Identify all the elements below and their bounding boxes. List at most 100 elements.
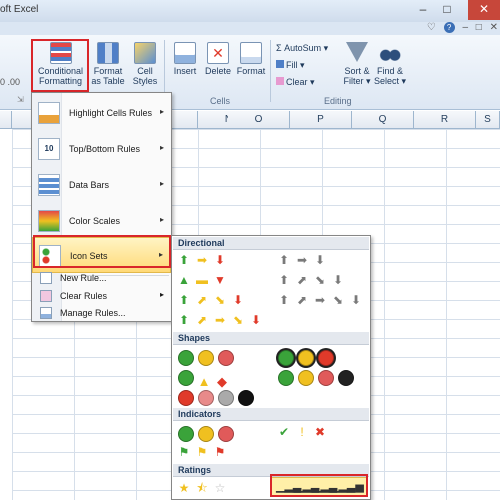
menu-item-data-bars[interactable]: Data Bars ▸ [32,167,171,203]
insert-button[interactable]: Insert [170,42,200,76]
delete-label: Delete [204,66,231,76]
red-circle-icon [218,350,234,366]
title-bar: oft Excel – □ ✕ [0,0,500,22]
clear-button[interactable]: Clear ▾ [276,77,315,87]
icon-set-4-traffic-lights[interactable] [276,368,356,386]
icon-set-5-arrows-gray[interactable]: ⬆ ⬈ ➡ ⬊ ⬇ [276,292,366,308]
arrow-up-icon: ⬆ [178,293,190,307]
top-bottom-icon: 10 [38,138,60,160]
table-icon [97,42,119,64]
icon-set-3-traffic-lights[interactable] [176,348,236,366]
format-button[interactable]: Format [235,42,267,76]
yellow-circle-icon [198,350,214,366]
maximize-button[interactable]: □ [436,0,458,20]
menu-item-label: Manage Rules... [60,308,126,318]
arrow-up-right-icon: ⬈ [196,313,208,327]
submenu-arrow-icon: ▸ [159,290,164,299]
arrow-up-icon: ⬆ [278,273,290,287]
cell-styles-label: Cell Styles [132,66,158,86]
data-bars-icon [38,174,60,196]
conditional-formatting-menu: Highlight Cells Rules ▸ 10 Top/Bottom Ru… [31,92,172,322]
menu-item-highlight-cells-rules[interactable]: Highlight Cells Rules ▸ [32,95,171,131]
arrow-right-icon: ➡ [314,293,326,307]
submenu-arrow-icon: ▸ [159,143,164,152]
icon-set-3-stars[interactable]: ★ ⯪ ☆ [176,480,230,496]
number-format-fragment: 0 .00 [0,77,21,87]
format-as-table-button[interactable]: Format as Table [90,42,126,86]
menu-item-new-rule[interactable]: New Rule... [32,269,171,287]
icon-set-3-traffic-lights-rimmed[interactable] [276,348,336,366]
submenu-arrow-icon: ▸ [159,215,164,224]
directional-heading: Directional [173,237,369,250]
ribbon-restore-icon[interactable]: □ [476,22,482,33]
icon-set-3-flags[interactable]: ⚑ ⚑ ⚑ [176,444,230,460]
x-icon: ✖ [314,425,326,439]
ribbon-minimize-icon[interactable]: – [462,22,468,33]
column-header[interactable]: S [476,111,500,129]
icon-set-5-arrows-colored[interactable]: ⬆ ⬈ ➡ ⬊ ⬇ [176,312,266,328]
autosum-button[interactable]: Σ AutoSum ▾ [276,43,328,53]
arrow-up-right-icon: ⬈ [296,293,308,307]
icon-set-3-arrows-colored[interactable]: ⬆ ➡ ⬇ [176,252,230,268]
menu-item-label: New Rule... [60,273,107,283]
delete-button[interactable]: ✕ Delete [203,42,233,76]
column-header[interactable]: R [414,111,476,129]
insert-icon [174,42,196,64]
ratings-highlight [270,474,368,497]
red-flag-icon: ⚑ [214,445,226,459]
dialog-launcher-icon[interactable]: ⇲ [17,95,24,104]
triangle-up-icon: ▲ [178,273,190,287]
help-icon[interactable]: ? [443,22,455,33]
icon-set-3-symbols[interactable]: ✔! ✖ [276,424,330,440]
gray-circle-icon [218,390,234,406]
select-all-corner[interactable] [0,111,12,129]
window-title: oft Excel [0,4,39,15]
minimize-button[interactable]: – [412,0,434,20]
column-header[interactable]: P [290,111,352,129]
arrow-up-icon: ⬆ [278,253,290,267]
icon-set-4-arrows-colored[interactable]: ⬆ ⬈ ⬊ ⬇ [176,292,248,308]
separator [270,40,271,102]
arrow-down-icon: ⬇ [214,253,226,267]
menu-item-clear-rules[interactable]: Clear Rules ▸ [32,287,171,305]
column-header[interactable]: O [228,111,290,129]
cell-styles-button[interactable]: Cell Styles [129,42,161,86]
exclamation-icon: ! [300,425,304,439]
triangle-down-icon: ▼ [214,273,226,287]
highlight-cells-icon [38,102,60,124]
menu-item-label: Top/Bottom Rules [69,144,141,154]
green-circle-icon [178,370,194,386]
red-light-icon [318,350,334,366]
menu-item-manage-rules[interactable]: Manage Rules... [32,304,171,322]
arrow-right-icon: ➡ [196,253,208,267]
fill-icon [276,60,284,68]
half-star-icon: ⯪ [196,481,208,495]
arrow-down-icon: ⬇ [314,253,326,267]
icon-set-3-arrows-gray[interactable]: ⬆ ➡ ⬇ [276,252,330,268]
editing-group-label: Editing [324,96,352,106]
find-select-button[interactable]: Find & Select ▾ [373,42,407,86]
binoculars-icon [379,42,401,64]
close-button[interactable]: ✕ [468,0,500,20]
fill-button[interactable]: Fill ▾ [276,60,305,70]
icon-set-3-symbols-circled[interactable] [176,424,236,442]
icon-set-3-signs[interactable]: ▲ ◆ [176,368,232,389]
green-light-icon [278,350,294,366]
menu-item-label: Data Bars [69,180,110,190]
insert-label: Insert [173,66,197,76]
format-icon [240,42,262,64]
check-icon: ✔ [278,425,290,439]
icon-sets-gallery: Directional ⬆ ➡ ⬇ ⬆ ➡ ⬇ ▲ ▬ ▼ ⬆ ⬈ ⬊ ⬇ ⬆ ⬈ ⬊ ⬇ ⬆ ⬈ ➡ ⬊ ⬇ … [171,235,371,500]
icon-set-4-arrows-gray[interactable]: ⬆ ⬈ ⬊ ⬇ [276,272,348,288]
column-header[interactable]: Q [352,111,414,129]
indicators-heading: Indicators [173,408,369,421]
menu-item-color-scales[interactable]: Color Scales ▸ [32,203,171,239]
workbook-close-icon[interactable]: ✕ [490,22,498,33]
submenu-arrow-icon: ▸ [159,179,164,188]
icon-set-red-to-black[interactable] [176,388,256,406]
menu-item-top-bottom-rules[interactable]: 10 Top/Bottom Rules ▸ [32,131,171,167]
favorite-icon[interactable]: ♡ [427,22,436,33]
submenu-arrow-icon: ▸ [159,107,164,116]
sort-filter-button[interactable]: Sort & Filter ▾ [340,42,374,86]
icon-set-3-triangles[interactable]: ▲ ▬ ▼ [176,272,230,288]
